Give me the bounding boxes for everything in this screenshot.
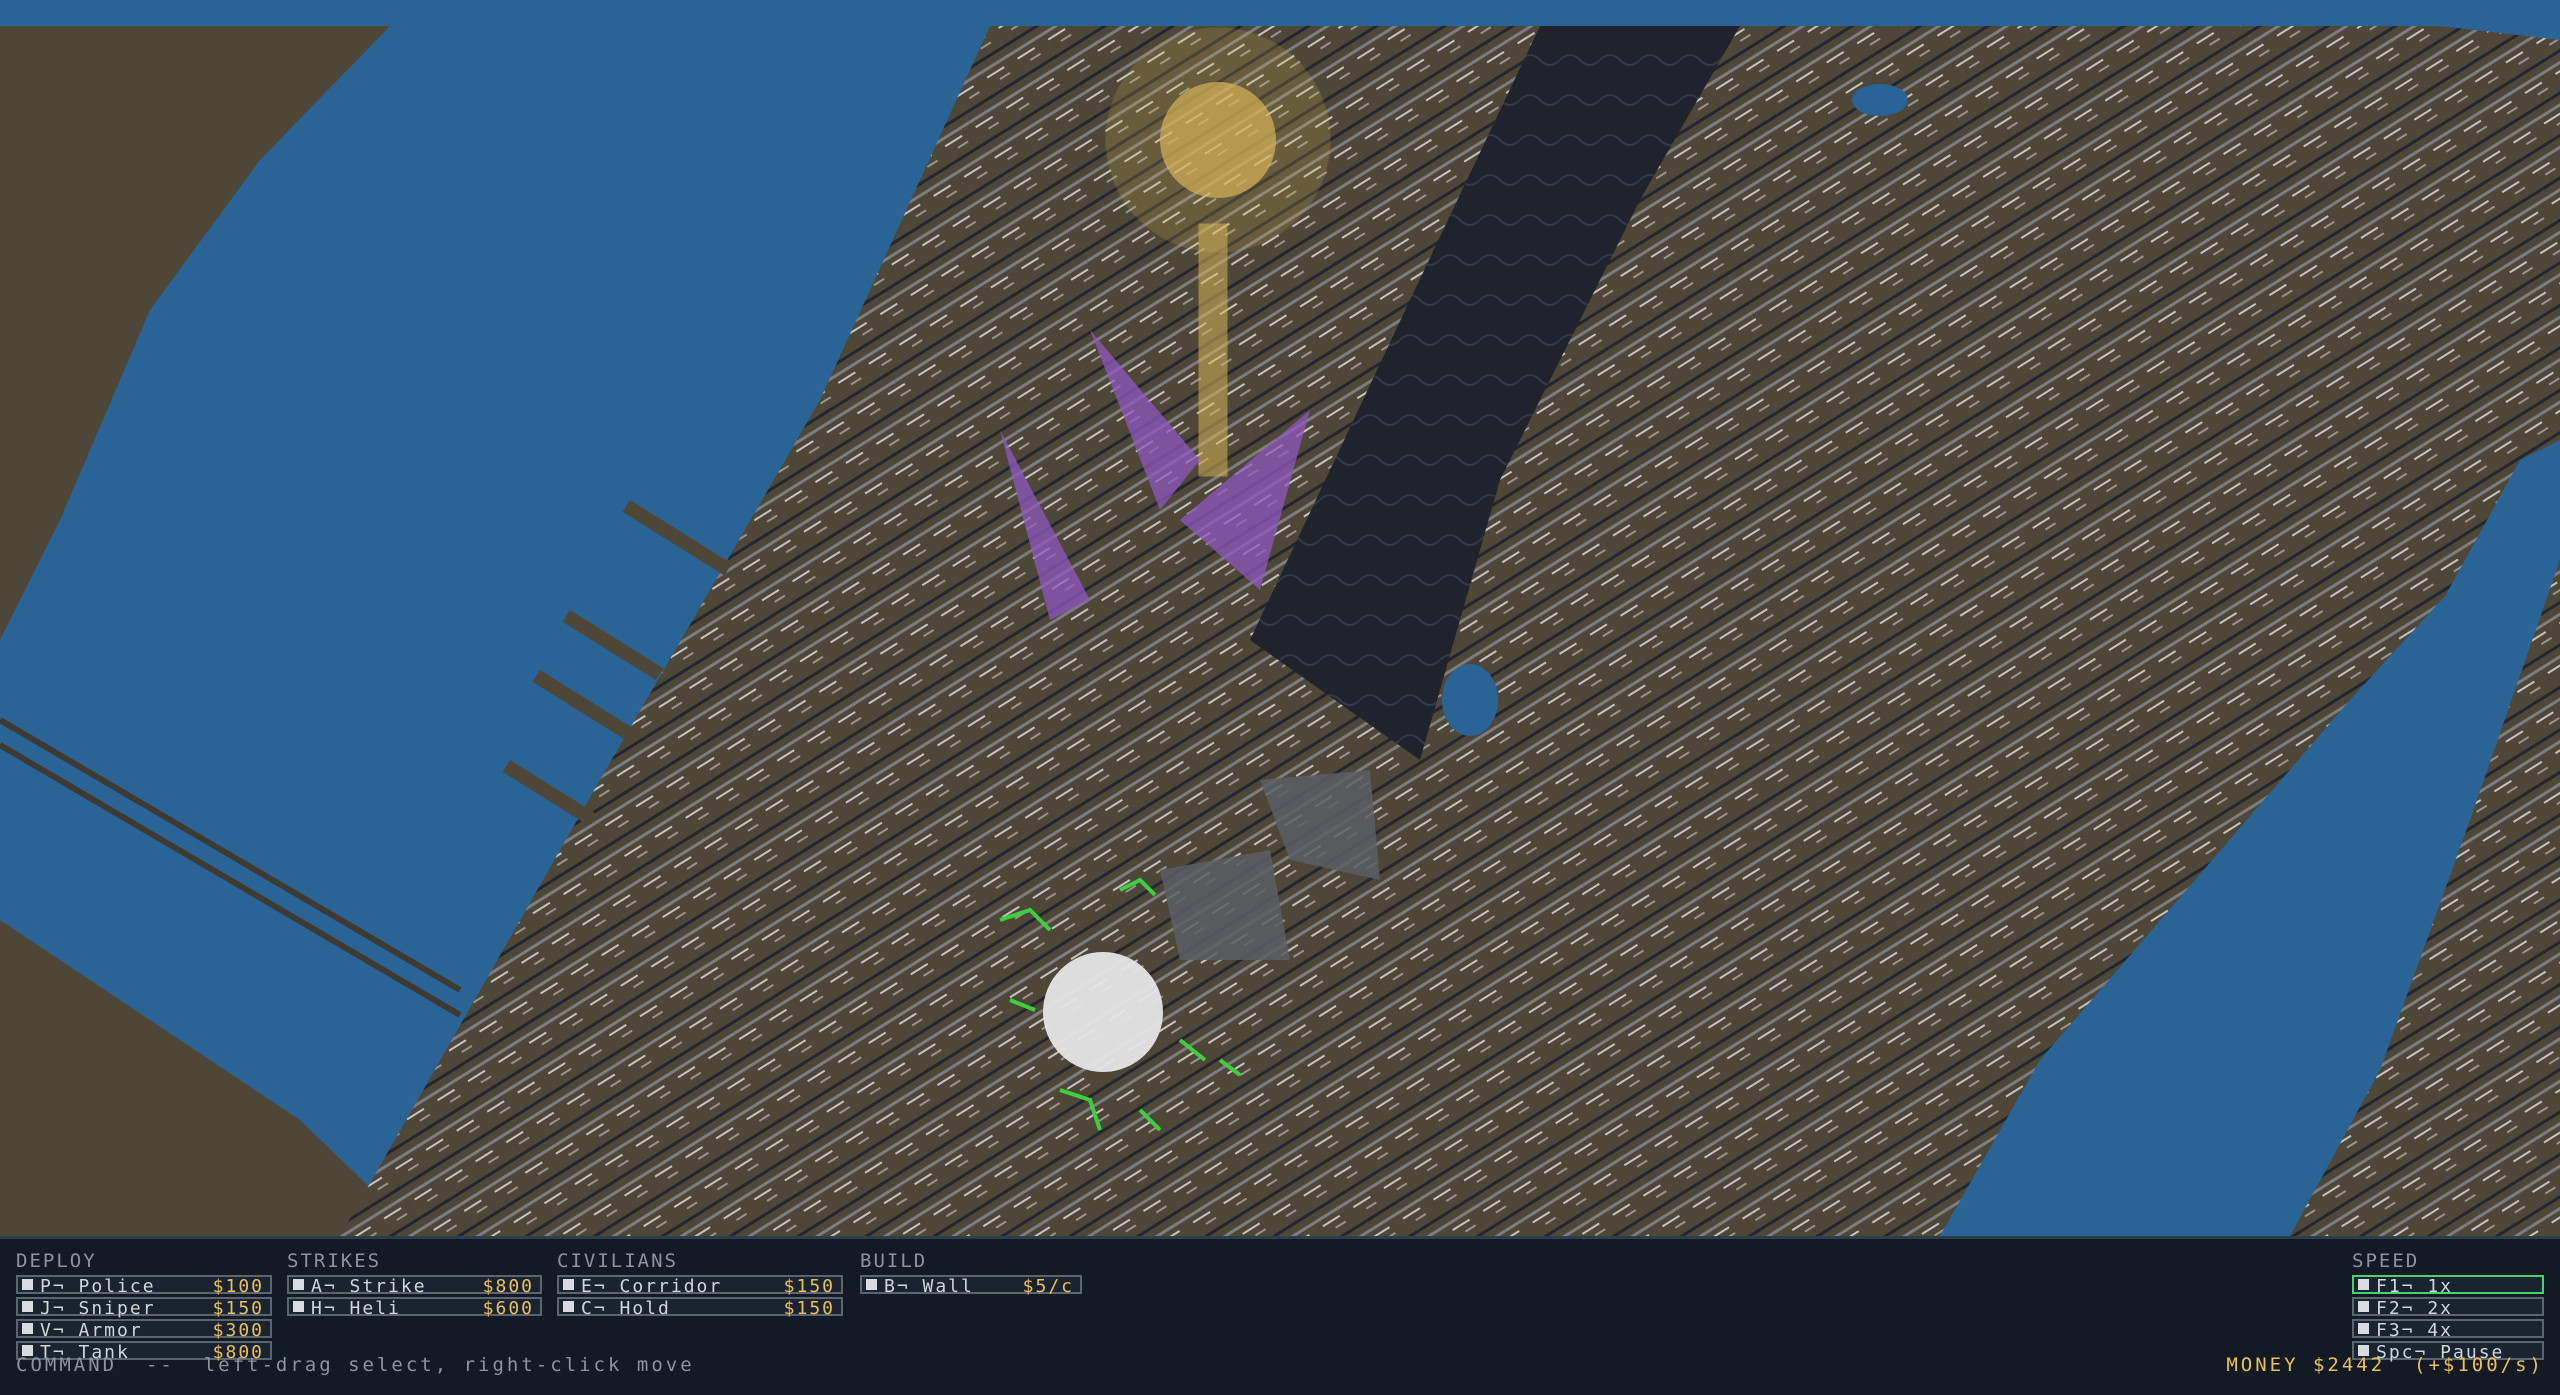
deploy-sniper-button[interactable]: J¬ Sniper $150 xyxy=(16,1297,272,1318)
key-icon xyxy=(22,1279,33,1290)
civilians-title: CIVILIANS xyxy=(557,1250,678,1272)
key-icon xyxy=(293,1301,304,1312)
speed-1x-button[interactable]: F1¬ 1x xyxy=(2352,1275,2544,1296)
civilians-section: CIVILIANS E¬ Corridor $150 C¬ Hold $150 xyxy=(557,1250,843,1318)
deploy-police-button[interactable]: P¬ Police $100 xyxy=(16,1275,272,1296)
target-zone-core[interactable] xyxy=(1160,82,1276,198)
key-icon xyxy=(2358,1323,2369,1334)
unit-selection-circle[interactable] xyxy=(1043,952,1163,1072)
deploy-section: DEPLOY P¬ Police $100 J¬ Sniper $150 V¬ … xyxy=(16,1250,272,1362)
speed-2x-button[interactable]: F2¬ 2x xyxy=(2352,1297,2544,1318)
heli-button[interactable]: H¬ Heli $600 xyxy=(287,1297,542,1318)
strikes-title: STRIKES xyxy=(287,1250,382,1272)
strikes-section: STRIKES A¬ Strike $800 H¬ Heli $600 xyxy=(287,1250,542,1318)
corridor-bar[interactable] xyxy=(1198,223,1228,477)
key-icon xyxy=(22,1301,33,1312)
wall-button[interactable]: B¬ Wall $5/c xyxy=(860,1275,1082,1296)
key-icon xyxy=(2358,1279,2369,1290)
key-icon xyxy=(563,1301,574,1312)
hold-button[interactable]: C¬ Hold $150 xyxy=(557,1297,843,1318)
city-map[interactable] xyxy=(0,0,2560,1236)
key-icon xyxy=(2358,1301,2369,1312)
status-text: COMMAND -- left-drag select, right-click… xyxy=(16,1354,695,1376)
speed-section: SPEED F1¬ 1x F2¬ 2x F3¬ 4x Spc¬ Pause xyxy=(2352,1250,2544,1362)
speed-4x-button[interactable]: F3¬ 4x xyxy=(2352,1319,2544,1340)
destroyed-area-2 xyxy=(1160,850,1290,960)
key-icon xyxy=(866,1279,877,1290)
deploy-armor-button[interactable]: V¬ Armor $300 xyxy=(16,1319,272,1340)
money-readout: MONEY $2442 (+$100/s) xyxy=(2226,1354,2544,1376)
key-icon xyxy=(22,1323,33,1334)
build-section: BUILD B¬ Wall $5/c xyxy=(860,1250,1082,1296)
speed-title: SPEED xyxy=(2352,1250,2420,1272)
key-icon xyxy=(563,1279,574,1290)
reservoir xyxy=(1442,664,1498,736)
deploy-title: DEPLOY xyxy=(16,1250,97,1272)
strike-button[interactable]: A¬ Strike $800 xyxy=(287,1275,542,1296)
key-icon xyxy=(293,1279,304,1290)
build-title: BUILD xyxy=(860,1250,928,1272)
corridor-button[interactable]: E¬ Corridor $150 xyxy=(557,1275,843,1296)
